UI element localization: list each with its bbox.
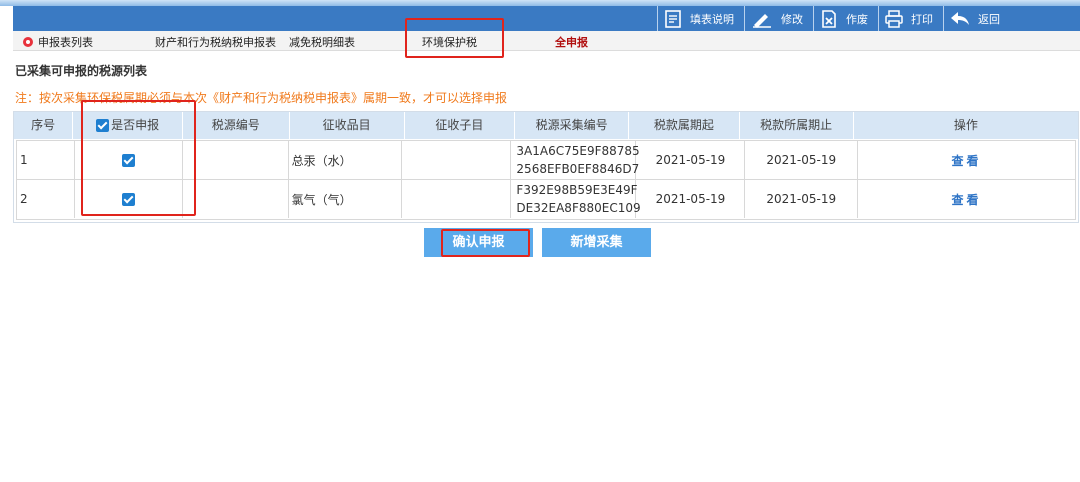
fill-instructions-label: 填表说明: [690, 12, 734, 26]
gear-icon: [23, 37, 33, 47]
row-index: 1: [17, 141, 76, 179]
print-label: 打印: [911, 12, 933, 26]
row-collection-code-line1: 3A1A6C75E9F88785: [516, 144, 640, 158]
tab-property-behavior-tax-label: 财产和行为税纳税申报表: [155, 36, 276, 49]
print-button[interactable]: 打印: [878, 6, 943, 31]
back-label: 返回: [978, 12, 1000, 26]
tab-full-declaration[interactable]: 全申报: [555, 34, 588, 50]
notice-text: 注：按次采集环保税属期必须与本次《财产和行为税纳税申报表》属期一致，才可以选择申…: [15, 91, 508, 105]
tab-bar: 申报表列表 财产和行为税纳税申报表 减免税明细表 环境保护税 全申报: [13, 31, 1080, 51]
row-declare-cell: [75, 180, 184, 218]
table-row: 2 氯气（气） F392E98B59E3E49F DE32EA8F880EC10…: [16, 180, 1076, 220]
row-period-end: 2021-05-19: [745, 180, 859, 218]
row-item: 氯气（气）: [289, 180, 403, 218]
tab-environmental-tax[interactable]: 环境保护税: [422, 34, 477, 50]
select-all-checkbox[interactable]: [96, 119, 110, 132]
header-source-no: 税源编号: [183, 112, 290, 139]
table-header: 序号 是否申报 税源编号 征收品目 征收子目 税源采集编号 税款属期起 税款所属…: [14, 112, 1078, 139]
void-icon: [822, 9, 836, 28]
row-collection-code: F392E98B59E3E49F DE32EA8F880EC109: [511, 180, 641, 218]
header-period-end: 税款所属期止: [740, 112, 854, 139]
row-collection-code: 3A1A6C75E9F88785 2568EFB0EF8846D7: [511, 141, 640, 179]
tab-tax-reduction-detail-label: 减免税明细表: [289, 36, 355, 49]
row-subitem: [402, 141, 512, 179]
edit-label: 修改: [781, 12, 803, 26]
row-action-cell: 查看: [858, 141, 1075, 179]
back-icon: [951, 11, 969, 25]
header-toolbar: 填表说明 修改 作废 打印 返回: [13, 6, 1080, 31]
row-subitem: [402, 180, 512, 218]
header-period-start: 税款属期起: [629, 112, 740, 139]
edit-icon: [753, 13, 771, 28]
row-index: 2: [17, 180, 76, 218]
fill-instructions-button[interactable]: 填表说明: [657, 6, 744, 31]
row-period-start: 2021-05-19: [636, 180, 746, 218]
row-source-no: [183, 141, 289, 179]
confirm-declaration-button[interactable]: 确认申报: [424, 228, 533, 257]
tax-source-table: 序号 是否申报 税源编号 征收品目 征收子目 税源采集编号 税款属期起 税款所属…: [13, 111, 1079, 223]
row-action-cell: 查看: [858, 180, 1075, 218]
edit-button[interactable]: 修改: [744, 6, 813, 31]
section-title: 已采集可申报的税源列表: [15, 64, 148, 78]
row-collection-code-line2: 2568EFB0EF8846D7: [516, 162, 640, 176]
header-declare: 是否申报: [73, 112, 183, 139]
header-collection-code: 税源采集编号: [515, 112, 630, 139]
header-index: 序号: [14, 112, 74, 139]
row-source-no: [183, 180, 289, 218]
header-action: 操作: [953, 118, 978, 132]
view-link[interactable]: 查看: [952, 152, 982, 169]
header-declare-label: 是否申报: [111, 118, 160, 132]
tab-declaration-list-label: 申报表列表: [38, 36, 93, 49]
printer-icon: [885, 9, 903, 28]
row-period-end: 2021-05-19: [745, 141, 859, 179]
header-item: 征收品目: [290, 112, 405, 139]
table-body: 1 总汞（水） 3A1A6C75E9F88785 2568EFB0EF8846D…: [14, 139, 1078, 222]
row-declare-cell: [75, 141, 184, 179]
add-collection-button[interactable]: 新增采集: [542, 228, 651, 257]
toolbar-actions: 填表说明 修改 作废 打印 返回: [657, 6, 1080, 31]
table-row: 1 总汞（水） 3A1A6C75E9F88785 2568EFB0EF8846D…: [16, 140, 1076, 180]
row-declare-checkbox[interactable]: [122, 192, 136, 206]
tab-tax-reduction-detail[interactable]: 减免税明细表: [289, 34, 355, 50]
row-period-start: 2021-05-19: [636, 141, 746, 179]
tab-full-declaration-label: 全申报: [555, 36, 588, 49]
back-button[interactable]: 返回: [943, 6, 1080, 31]
tab-property-behavior-tax[interactable]: 财产和行为税纳税申报表: [155, 34, 276, 50]
void-button[interactable]: 作废: [813, 6, 878, 31]
document-icon: [665, 9, 681, 28]
row-item: 总汞（水）: [289, 141, 403, 179]
row-collection-code-line1: F392E98B59E3E49F: [516, 183, 638, 197]
tab-environmental-tax-label: 环境保护税: [422, 36, 477, 49]
tab-declaration-list[interactable]: 申报表列表: [23, 34, 93, 50]
row-declare-checkbox[interactable]: [122, 153, 136, 167]
void-label: 作废: [846, 12, 868, 26]
row-collection-code-line2: DE32EA8F880EC109: [516, 201, 641, 215]
header-subitem: 征收子目: [405, 112, 516, 139]
view-link[interactable]: 查看: [952, 191, 982, 208]
